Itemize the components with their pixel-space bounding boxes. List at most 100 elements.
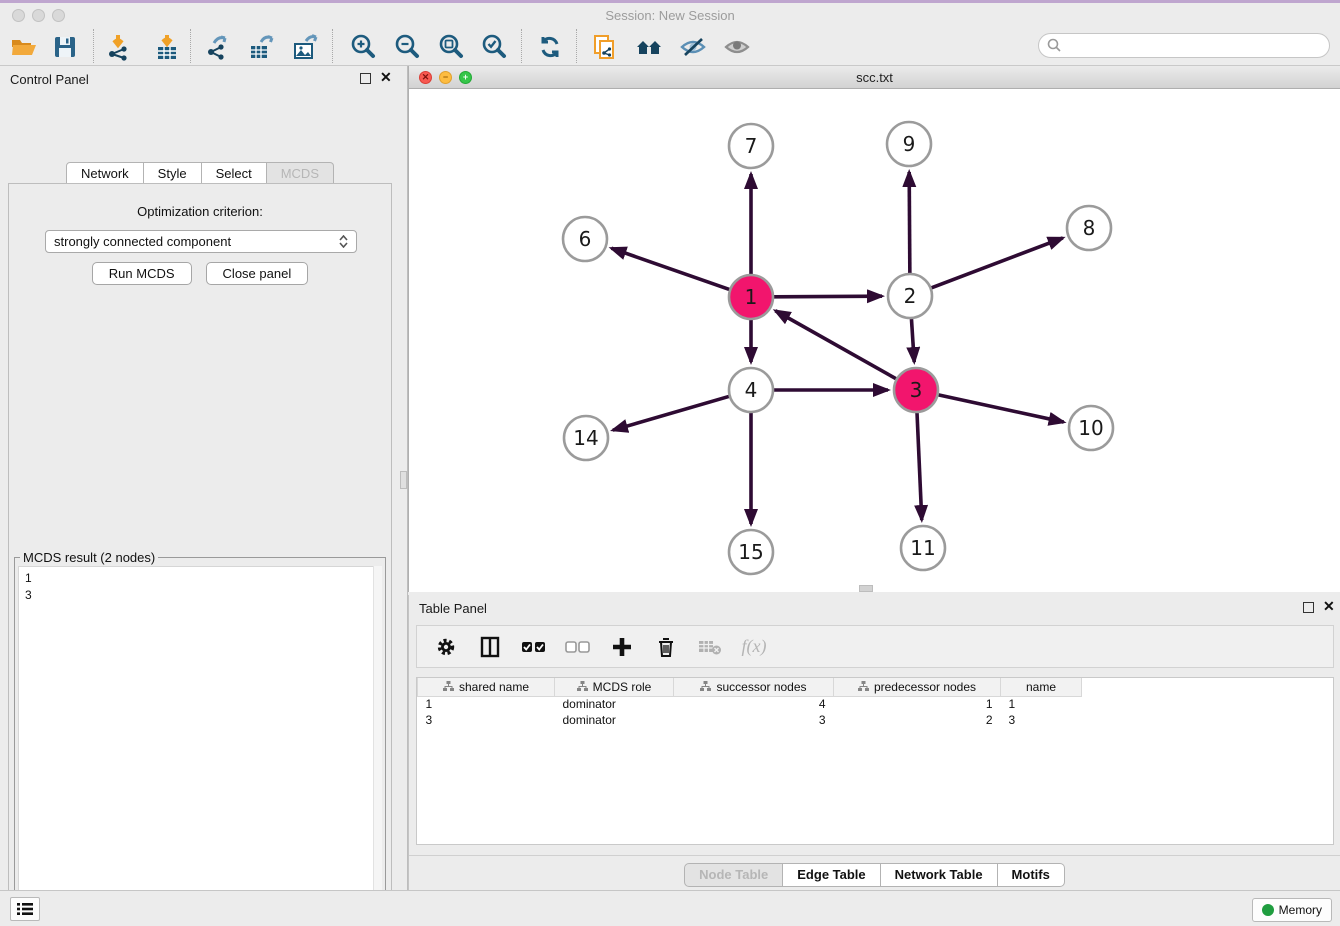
run-mcds-button[interactable]: Run MCDS [92,262,192,285]
column-header-predecessor-nodes[interactable]: predecessor nodes [834,678,1001,696]
clone-network-icon[interactable] [590,32,620,62]
table-panel-close-button[interactable]: ✕ [1323,599,1335,613]
table-panel-title: Table Panel [419,601,487,616]
column-header-MCDS-role[interactable]: MCDS role [555,678,674,696]
control-panel-header: Control Panel ✕ [0,66,400,94]
node-label-3: 3 [910,378,923,402]
table-panel: Table Panel ✕ [408,595,1340,890]
table-cell[interactable]: 1 [1001,696,1082,712]
column-type-icon [577,681,588,692]
function-builder-icon: f(x) [741,634,767,660]
save-session-icon[interactable] [50,32,80,62]
memory-label: Memory [1279,903,1322,917]
control-panel-close-button[interactable]: ✕ [380,70,392,84]
export-image-icon[interactable] [290,32,320,62]
column-header-shared-name[interactable]: shared name [418,678,555,696]
control-panel: Control Panel ✕ Network Style Select MCD… [0,66,400,890]
node-label-10: 10 [1078,416,1103,440]
task-history-button[interactable] [10,897,40,921]
memory-button[interactable]: Memory [1252,898,1332,922]
import-table-icon[interactable] [152,32,182,62]
control-panel-title: Control Panel [10,72,89,87]
tab-network-table[interactable]: Network Table [881,863,998,887]
edge-2-9[interactable] [909,172,910,273]
main-toolbar [0,27,1340,66]
tab-motifs[interactable]: Motifs [998,863,1065,887]
select-all-icon[interactable] [521,634,547,660]
node-label-8: 8 [1083,216,1096,240]
table-settings-icon[interactable] [433,634,459,660]
table-cell[interactable]: dominator [555,696,674,712]
import-network-icon[interactable] [103,32,133,62]
export-table-icon[interactable] [246,32,276,62]
column-header-successor-nodes[interactable]: successor nodes [674,678,834,696]
refresh-icon[interactable] [535,32,565,62]
mcds-result-title: MCDS result (2 nodes) [20,550,158,565]
table-cell[interactable]: 1 [418,696,555,712]
hide-selected-icon[interactable] [678,32,708,62]
zoom-in-icon[interactable] [348,32,378,62]
criterion-select[interactable]: strongly connected component [45,230,357,253]
table-cell[interactable]: dominator [555,712,674,728]
network-window: ✕ − + scc.txt 7968124314101511 [408,66,1340,592]
search-icon [1047,38,1062,53]
network-window-titlebar[interactable]: ✕ − + scc.txt [409,66,1340,89]
first-neighbors-icon[interactable] [634,32,664,62]
table-cell[interactable]: 3 [674,712,834,728]
add-icon[interactable] [609,634,635,660]
search-input[interactable] [1038,33,1330,58]
application-window: Session: New Session [0,0,1340,926]
show-columns-icon[interactable] [477,634,503,660]
edge-1-6[interactable] [611,248,729,289]
table-cell[interactable]: 3 [1001,712,1082,728]
divider-grip[interactable] [400,471,407,489]
mcds-result-text[interactable]: 1 3 [18,566,382,926]
table-row[interactable]: 1dominator411 [418,696,1082,712]
node-label-11: 11 [910,536,935,560]
control-panel-float-button[interactable] [360,73,371,84]
zoom-out-icon[interactable] [392,32,422,62]
edge-2-3[interactable] [911,319,914,362]
node-table-grid: shared nameMCDS rolesuccessor nodesprede… [417,678,1082,728]
export-network-icon[interactable] [203,32,233,62]
clear-selection-icon[interactable] [565,634,591,660]
show-all-icon[interactable] [722,32,752,62]
table-panel-separator [409,855,1340,856]
edge-3-1[interactable] [775,311,896,379]
memory-status-dot [1262,904,1274,916]
table-header-row: shared nameMCDS rolesuccessor nodesprede… [418,678,1082,696]
edge-3-11[interactable] [917,413,922,520]
table-row[interactable]: 3dominator323 [418,712,1082,728]
table-toolbar: f(x) [416,625,1334,668]
node-label-4: 4 [745,378,758,402]
column-type-icon [443,681,454,692]
select-stepper-icon [339,235,348,248]
column-type-icon [700,681,711,692]
network-canvas[interactable]: 7968124314101511 [409,89,1340,592]
node-label-1: 1 [745,285,758,309]
tab-edge-table[interactable]: Edge Table [783,863,880,887]
table-cell[interactable]: 2 [834,712,1001,728]
delete-icon[interactable] [653,634,679,660]
close-panel-button[interactable]: Close panel [206,262,309,285]
edge-3-10[interactable] [938,395,1063,422]
app-titlebar: Session: New Session [0,3,1340,27]
node-label-15: 15 [738,540,763,564]
zoom-selected-icon[interactable] [479,32,509,62]
table-cell[interactable]: 3 [418,712,555,728]
table-cell[interactable]: 4 [674,696,834,712]
panel-divider[interactable] [400,66,408,890]
toolbar-separator [332,29,333,63]
zoom-fit-icon[interactable] [436,32,466,62]
table-cell[interactable]: 1 [834,696,1001,712]
tab-node-table[interactable]: Node Table [684,863,783,887]
edge-4-14[interactable] [613,396,729,430]
network-resize-grip[interactable] [859,585,873,592]
result-scrollbar[interactable] [373,566,382,926]
mcds-panel: Optimization criterion: strongly connect… [8,183,392,926]
table-panel-float-button[interactable] [1303,602,1314,613]
open-file-icon[interactable] [8,32,38,62]
edge-1-2[interactable] [774,296,882,297]
column-header-name[interactable]: name [1001,678,1082,696]
edge-2-8[interactable] [932,238,1063,288]
